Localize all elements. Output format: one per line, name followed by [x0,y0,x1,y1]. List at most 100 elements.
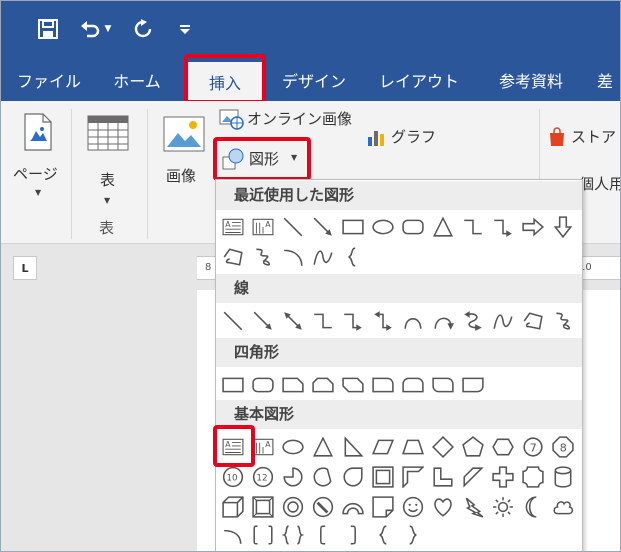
online-pictures-button[interactable]: オンライン画像 [219,107,359,131]
left-bracket-icon[interactable] [312,524,334,546]
tab-references[interactable]: 参考資料 [483,59,579,101]
rectangle-icon[interactable] [342,216,364,238]
double-brace-icon[interactable] [282,524,304,546]
down-arrow-icon[interactable] [552,216,574,238]
tab-home[interactable]: ホーム [97,59,177,101]
cloud-icon[interactable] [552,496,574,518]
customize-qat-icon[interactable] [177,15,193,43]
curve-icon[interactable] [312,246,334,268]
right-brace-icon[interactable] [402,524,424,546]
text-box-icon[interactable]: A [222,216,244,238]
frame-icon[interactable] [372,466,394,488]
save-icon[interactable] [35,15,61,43]
chart-button[interactable]: グラフ [367,123,441,149]
moon-icon[interactable] [522,496,544,518]
round-diagonal-rectangle-icon[interactable] [432,374,454,396]
arrow-line-icon[interactable] [312,216,334,238]
snip-diagonal-rectangle-icon[interactable] [342,374,364,396]
right-bracket-icon[interactable] [342,524,364,546]
store-button[interactable]: ストア [547,125,620,149]
no-symbol-icon[interactable] [312,496,334,518]
arrow-line-icon[interactable] [252,310,274,332]
snip-corner-rectangle-icon[interactable] [282,374,304,396]
half-frame-icon[interactable] [402,466,424,488]
freeform-icon[interactable] [222,246,244,268]
double-bracket-icon[interactable] [252,524,274,546]
trapezoid-icon[interactable] [402,436,424,458]
scribble-icon[interactable] [552,310,574,332]
elbow-connector-icon[interactable] [312,310,334,332]
can-icon[interactable] [552,466,574,488]
tab-insert[interactable]: 挿入 [187,62,263,101]
snip-round-rectangle-icon[interactable] [462,374,484,396]
double-arrow-line-icon[interactable] [282,310,304,332]
line-icon[interactable] [282,216,304,238]
l-shape-icon[interactable] [432,466,454,488]
rectangle-icon[interactable] [222,374,244,396]
round-corner-rectangle-icon[interactable] [372,374,394,396]
tab-stop-selector[interactable]: L [13,256,37,280]
cross-icon[interactable] [492,466,514,488]
oval-icon[interactable] [372,216,394,238]
rounded-rectangle-icon[interactable] [402,216,424,238]
heptagon-icon[interactable]: 7 [522,436,544,458]
teardrop-icon[interactable] [342,466,364,488]
snip-same-side-rectangle-icon[interactable] [312,374,334,396]
vertical-text-box-icon[interactable]: A [252,216,274,238]
dodecagon-icon[interactable]: 12 [252,466,274,488]
right-triangle-icon[interactable] [342,436,364,458]
round-same-side-rectangle-icon[interactable] [402,374,424,396]
freeform-icon[interactable] [522,310,544,332]
curved-arrow-connector-icon[interactable] [432,310,454,332]
text-box-icon[interactable]: A [222,436,244,458]
lightning-bolt-icon[interactable] [462,496,484,518]
tab-file[interactable]: ファイル [9,59,89,101]
s-curve-double-arrow-icon[interactable] [462,310,484,332]
vertical-text-box-icon[interactable]: A [252,436,274,458]
diagonal-stripe-icon[interactable] [462,466,484,488]
triangle-icon[interactable] [432,216,454,238]
bevel-icon[interactable] [252,496,274,518]
oval-icon[interactable] [282,436,304,458]
chord-icon[interactable] [312,466,334,488]
sun-icon[interactable] [492,496,514,518]
smiley-face-icon[interactable] [402,496,424,518]
decagon-icon[interactable]: 10 [222,466,244,488]
table-button[interactable]: 表 ▼ [79,109,137,205]
diamond-icon[interactable] [432,436,454,458]
elbow-arrow-connector-icon[interactable] [342,310,364,332]
undo-icon[interactable] [79,15,101,43]
block-arc-icon[interactable] [342,496,364,518]
rounded-rectangle-icon[interactable] [252,374,274,396]
parallelogram-icon[interactable] [372,436,394,458]
curved-connector-icon[interactable] [402,310,424,332]
pentagon-icon[interactable] [462,436,484,458]
line-icon[interactable] [222,310,244,332]
redo-icon[interactable] [131,15,155,43]
tab-layout[interactable]: レイアウト [367,59,471,101]
heart-icon[interactable] [432,496,454,518]
scribble-icon[interactable] [252,246,274,268]
octagon-icon[interactable]: 8 [552,436,574,458]
elbow-double-arrow-connector-icon[interactable] [372,310,394,332]
elbow-arrow-connector-icon[interactable] [492,216,514,238]
folded-corner-icon[interactable] [372,496,394,518]
arc-icon[interactable] [222,524,244,546]
tab-design[interactable]: デザイン [271,59,357,101]
right-arrow-icon[interactable] [522,216,544,238]
arc-icon[interactable] [282,246,304,268]
plaque-icon[interactable] [522,466,544,488]
cube-icon[interactable] [222,496,244,518]
curve-icon[interactable] [492,310,514,332]
shapes-button[interactable]: 図形 ▼ [215,141,307,177]
undo-dropdown-icon[interactable]: ▼ [102,15,114,43]
pages-button[interactable]: ページ ▼ [11,109,67,205]
hexagon-icon[interactable] [492,436,514,458]
donut-icon[interactable] [282,496,304,518]
pie-icon[interactable] [282,466,304,488]
triangle-icon[interactable] [312,436,334,458]
left-brace-icon[interactable] [372,524,394,546]
elbow-connector-icon[interactable] [462,216,484,238]
tab-mailings[interactable]: 差 [597,59,620,101]
picture-button[interactable]: 画像 [157,109,213,189]
